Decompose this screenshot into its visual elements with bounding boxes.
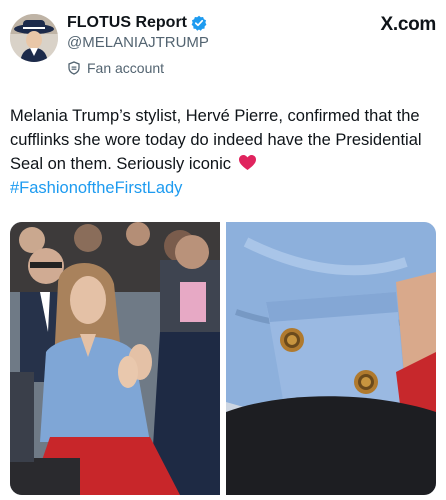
tweet-body: Melania Trump’s stylist, Hervé Pierre, c… xyxy=(10,104,438,200)
tweet-header: FLOTUS Report @MELANIAJTRUMP Fan account… xyxy=(10,12,436,76)
fan-account-label: Fan account xyxy=(87,59,165,76)
x-com-brand: X.com xyxy=(380,14,436,35)
media-grid xyxy=(10,222,436,495)
account-label: Fan account xyxy=(67,58,209,77)
photo-woman-clapping[interactable] xyxy=(10,222,220,495)
hashtag-link[interactable]: #FashionoftheFirstLady xyxy=(10,179,182,197)
avatar[interactable] xyxy=(10,14,58,62)
display-name[interactable]: FLOTUS Report xyxy=(67,14,187,32)
photo-cufflinks-closeup[interactable] xyxy=(226,222,436,495)
account-handle[interactable]: @MELANIAJTRUMP xyxy=(67,34,209,53)
red-heart-icon xyxy=(238,154,257,171)
verified-badge-icon xyxy=(191,15,207,31)
shield-icon xyxy=(67,60,81,75)
tweet-text: Melania Trump’s stylist, Hervé Pierre, c… xyxy=(10,107,422,173)
